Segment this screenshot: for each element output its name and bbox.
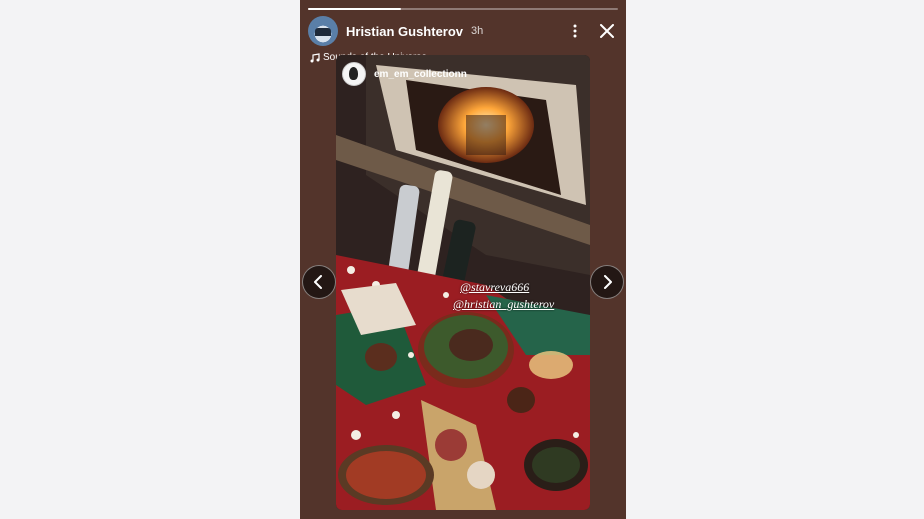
chevron-left-icon — [314, 275, 322, 289]
avatar[interactable] — [308, 16, 338, 46]
mention-account-name: em_em_collectionn — [374, 68, 467, 80]
mention-tag-hristian[interactable]: @hristian_gushterov — [453, 297, 554, 312]
close-button[interactable] — [596, 20, 618, 42]
post-time: 3h — [471, 25, 484, 37]
mentioned-account[interactable]: em_em_collectionn — [342, 62, 467, 86]
music-note-icon — [310, 52, 320, 62]
story-header: Hristian Gushterov 3h — [308, 16, 618, 46]
mention-tag-stavreva[interactable]: @stavreva666 — [460, 280, 529, 295]
previous-story-button[interactable] — [302, 265, 336, 299]
more-vertical-icon — [573, 24, 577, 38]
chevron-right-icon — [604, 275, 612, 289]
story-progress-bar — [308, 8, 618, 10]
next-story-button[interactable] — [590, 265, 624, 299]
story-progress-fill — [308, 8, 401, 10]
username[interactable]: Hristian Gushterov — [346, 24, 463, 39]
more-options-button[interactable] — [566, 22, 584, 40]
close-icon — [600, 24, 614, 38]
story-viewer: Hristian Gushterov 3h Sounds of the Univ… — [300, 0, 626, 519]
mention-avatar — [342, 62, 366, 86]
